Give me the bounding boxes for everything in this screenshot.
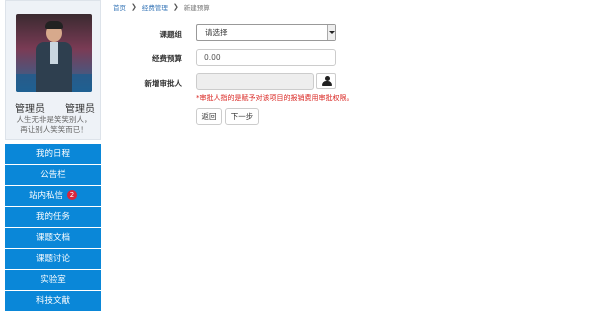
motto-line-1: 人生无非是笑笑别人， — [16, 115, 92, 124]
next-button[interactable]: 下一步 — [225, 108, 259, 125]
approver-warning: *审批人指的是赋予对该项目的报销费用审批权限。 — [196, 94, 354, 102]
group-select-value: 请选择 — [205, 28, 228, 37]
approver-label: 新增审批人 — [144, 79, 183, 88]
sidebar-item-label: 我的日程 — [35, 149, 70, 159]
sidebar-item-label: 课题文档 — [35, 233, 70, 243]
chevron-right-icon: ❯ — [172, 3, 179, 11]
budget-input[interactable]: 0.00 — [196, 49, 336, 66]
chevron-right-icon: ❯ — [131, 3, 137, 11]
back-button[interactable]: 返回 — [196, 108, 222, 125]
budget-label: 经费预算 — [152, 54, 182, 63]
user-icon — [322, 76, 332, 87]
sidebar-item-label: 我的任务 — [35, 212, 70, 222]
sidebar-item-label: 科技文献 — [35, 296, 70, 306]
sidebar-item-label: 公告栏 — [40, 170, 66, 180]
approver-field[interactable] — [196, 73, 314, 90]
sidebar-item-label: 实验室 — [40, 275, 66, 285]
sidebar-item-discussion[interactable]: 课题讨论 — [5, 249, 101, 269]
breadcrumb-section[interactable]: 经费管理 — [142, 2, 168, 12]
sidebar-item-bulletin[interactable]: 公告栏 — [5, 165, 101, 185]
sidebar-item-messages[interactable]: 站内私信 2 — [5, 186, 101, 206]
profile-role: 管理员 — [65, 104, 95, 115]
profile-motto: 人生无非是笑笑别人， 再让别人笑笑而已！ — [10, 115, 98, 135]
sidebar-item-tasks[interactable]: 我的任务 — [5, 207, 101, 227]
profile-name: 管理员 — [15, 104, 45, 115]
sidebar-menu: 我的日程 公告栏 站内私信 2 我的任务 课题文档 课题讨论 实验室 科技文献 — [5, 144, 101, 312]
sidebar-item-label: 课题讨论 — [35, 254, 70, 264]
sidebar-item-label: 站内私信 — [28, 191, 63, 201]
unread-badge: 2 — [67, 190, 77, 200]
motto-line-2: 再让别人笑笑而已！ — [20, 125, 88, 134]
avatar — [16, 14, 92, 92]
breadcrumb-home[interactable]: 首页 — [113, 2, 126, 12]
sidebar-item-literature[interactable]: 科技文献 — [5, 291, 101, 311]
breadcrumb: 首页 ❯ 经费管理 ❯ 新建预算 — [113, 2, 210, 12]
profile-names: 管理员 管理员 — [15, 100, 95, 115]
group-select[interactable]: 请选择 — [196, 24, 336, 41]
chevron-down-icon — [327, 25, 335, 40]
sidebar-item-schedule[interactable]: 我的日程 — [5, 144, 101, 164]
sidebar-item-lab[interactable]: 实验室 — [5, 270, 101, 290]
group-label: 课题组 — [159, 30, 183, 39]
sidebar-item-documents[interactable]: 课题文档 — [5, 228, 101, 248]
approver-picker-button[interactable] — [316, 73, 336, 89]
profile-card: 管理员 管理员 人生无非是笑笑别人， 再让别人笑笑而已！ — [5, 0, 101, 140]
sidebar: 管理员 管理员 人生无非是笑笑别人， 再让别人笑笑而已！ 我的日程 公告栏 站内… — [5, 0, 101, 311]
breadcrumb-current: 新建预算 — [183, 4, 210, 12]
